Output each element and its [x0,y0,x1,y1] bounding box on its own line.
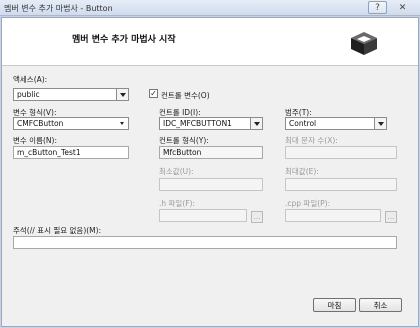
control-type-input: MfcButton [159,146,263,159]
wizard-header: 멤버 변수 추가 마법사 시작 [2,18,418,66]
title-bar: 멤버 변수 추가 마법사 - Button ? ✕ [0,0,420,16]
box-3d-icon [351,32,377,55]
category-select[interactable]: Control [285,117,387,130]
h-file-browse-button[interactable]: ... [251,211,263,223]
min-value-label: 최소값(U): [159,167,194,176]
help-button[interactable]: ? [368,1,387,14]
access-dropdown-button[interactable] [116,89,128,100]
control-variable-checkbox[interactable]: ✓ [149,89,158,98]
chevron-down-icon [119,92,126,97]
wizard-heading: 멤버 변수 추가 마법사 시작 [72,35,176,45]
category-dropdown-button[interactable] [374,118,386,129]
variable-name-input[interactable]: m_cButton_Test1 [13,146,129,159]
min-value-input[interactable] [159,178,263,191]
access-label: 액세스(A): [13,75,48,84]
variable-type-value: CMFCButton [17,119,64,128]
control-id-dropdown-button[interactable] [250,118,262,129]
control-id-select[interactable]: IDC_MFCBUTTON1 [159,117,263,130]
max-chars-input[interactable] [285,146,397,159]
help-icon: ? [375,2,380,13]
finish-button[interactable]: 마침 [313,298,356,312]
h-file-input[interactable] [159,209,247,222]
ellipsis-icon: ... [253,213,261,221]
comment-label: 주석(// 표시 필요 없음)(M): [13,226,102,235]
close-icon: ✕ [398,2,407,13]
comment-input[interactable] [13,236,397,249]
checkmark-icon: ✓ [150,88,157,98]
cancel-button[interactable]: 취소 [359,298,402,312]
cpp-file-input[interactable] [285,209,381,222]
cpp-file-browse-button[interactable]: ... [385,211,397,223]
max-chars-label: 최대 문자 수(X): [285,136,338,145]
chevron-down-icon [253,121,260,126]
chevron-down-icon [120,122,124,125]
variable-name-label: 변수 이름(N): [13,136,57,145]
control-variable-label: 컨트롤 변수(O) [161,91,210,100]
chevron-down-icon [377,121,384,126]
control-id-value: IDC_MFCBUTTON1 [163,119,232,128]
ellipsis-icon: ... [387,213,395,221]
access-value: public [17,90,40,99]
cpp-file-label: .cpp 파일(P): [285,199,331,208]
window-title: 멤버 변수 추가 마법사 - Button [4,4,113,13]
access-select[interactable]: public [13,88,129,101]
close-button[interactable]: ✕ [393,1,412,14]
control-type-label: 컨트롤 형식(Y): [159,136,209,145]
h-file-label: .h 파일(F): [159,199,196,208]
max-value-label: 최대값(E): [285,167,319,176]
wizard-dialog: 멤버 변수 추가 마법사 시작 액세스(A): public 변수 형식(V):… [1,17,419,327]
max-value-input[interactable] [285,178,397,191]
variable-type-combo[interactable]: CMFCButton [13,117,129,130]
category-value: Control [289,119,317,128]
